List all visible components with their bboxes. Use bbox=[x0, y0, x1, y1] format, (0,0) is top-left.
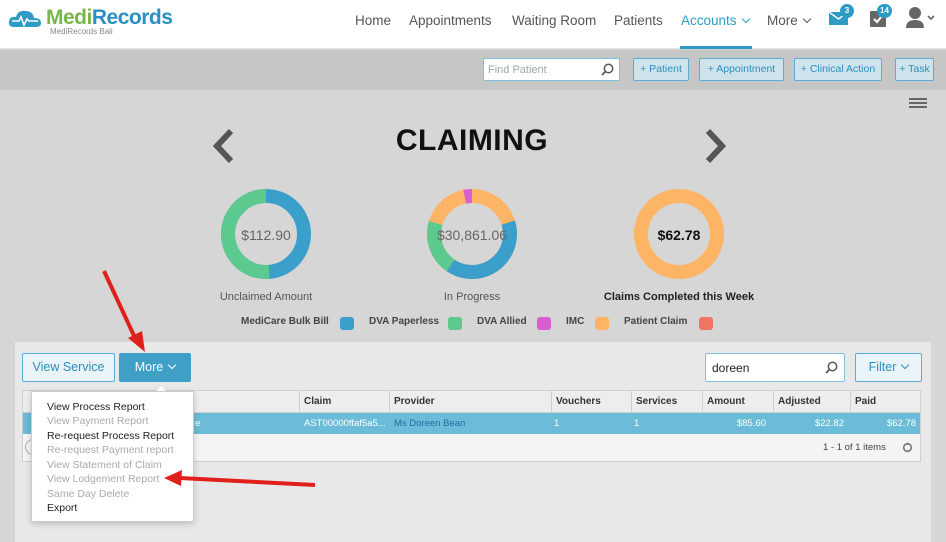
column-header-amount[interactable]: Amount bbox=[702, 391, 773, 412]
unclaimed-amount-value: $112.90 bbox=[241, 227, 291, 243]
legend-swatch-imc bbox=[595, 317, 609, 330]
menu-item-view-statement-of-claim: View Statement of Claim bbox=[47, 459, 162, 471]
chevron-left-icon[interactable] bbox=[210, 128, 236, 164]
column-header-provider[interactable]: Provider bbox=[389, 391, 551, 412]
find-patient-box bbox=[483, 58, 620, 81]
add-clinical-action-button[interactable]: + Clinical Action bbox=[794, 58, 882, 81]
user-menu-button[interactable] bbox=[906, 6, 936, 35]
column-header-vouchers[interactable]: Vouchers bbox=[551, 391, 631, 412]
claims-completed-value: $62.78 bbox=[657, 227, 701, 243]
claims-search-value: doreen bbox=[712, 361, 750, 375]
legend-label-imc: IMC bbox=[566, 316, 585, 327]
nav-home[interactable]: Home bbox=[355, 13, 391, 28]
claims-completed-label: Claims Completed this Week bbox=[603, 291, 755, 303]
add-appointment-button[interactable]: + Appointment bbox=[699, 58, 784, 81]
row-cell-amount: $85.60 bbox=[736, 418, 766, 429]
legend-swatch-dva-paperless bbox=[448, 317, 462, 330]
column-header-paid[interactable]: Paid bbox=[850, 391, 920, 412]
row-cell-claim: AST00000ffaf5a5... bbox=[304, 418, 386, 429]
legend-label-dva-paperless: DVA Paperless bbox=[369, 316, 440, 327]
page-title: CLAIMING bbox=[395, 124, 549, 157]
row-cell-hidden: e bbox=[195, 418, 201, 429]
column-header-claim[interactable]: Claim bbox=[299, 391, 389, 412]
claims-search-field[interactable]: doreen bbox=[705, 353, 845, 382]
nav-more-label: More bbox=[767, 13, 798, 28]
nav-waiting-room[interactable]: Waiting Room bbox=[512, 13, 596, 28]
cloud-heartbeat-icon bbox=[8, 10, 41, 27]
menu-item-view-lodgement-report: View Lodgement Report bbox=[47, 473, 160, 485]
in-progress-label: In Progress bbox=[443, 291, 501, 303]
top-navbar: MediRecords MediRecords Bali Home Appoin… bbox=[0, 0, 946, 49]
nav-accounts-label: Accounts bbox=[681, 13, 737, 28]
legend-swatch-medicare bbox=[340, 317, 354, 330]
legend-label-dva-allied: DVA Allied bbox=[477, 316, 527, 327]
menu-item-rerequest-process-report[interactable]: Re-request Process Report bbox=[47, 430, 174, 442]
legend-swatch-dva-allied bbox=[537, 317, 551, 330]
messages-button[interactable]: 3 bbox=[828, 4, 854, 31]
chevron-down-icon bbox=[901, 360, 910, 370]
legend-swatch-patient-claim bbox=[699, 317, 713, 330]
view-service-button[interactable]: View Service bbox=[22, 353, 115, 382]
menu-item-export[interactable]: Export bbox=[47, 502, 77, 514]
in-progress-value: $30,861.06 bbox=[436, 227, 508, 243]
messages-badge: 3 bbox=[840, 4, 854, 18]
more-actions-button[interactable]: More bbox=[119, 353, 191, 382]
chart-legend: MediCare Bulk Bill DVA Paperless DVA All… bbox=[0, 316, 946, 332]
nav-appointments[interactable]: Appointments bbox=[409, 13, 492, 28]
nav-more[interactable]: More bbox=[767, 13, 812, 28]
chevron-down-icon bbox=[167, 360, 177, 370]
nav-accounts[interactable]: Accounts bbox=[681, 13, 750, 28]
chevron-down-icon bbox=[802, 14, 812, 24]
chevron-right-icon[interactable] bbox=[703, 128, 729, 164]
more-actions-menu: View Process Report View Payment Report … bbox=[31, 391, 194, 522]
quick-actions-toolbar: + Patient + Appointment + Clinical Actio… bbox=[0, 50, 946, 90]
search-icon[interactable] bbox=[601, 63, 614, 76]
row-cell-provider[interactable]: Ms Doreen Bean bbox=[394, 413, 544, 434]
menu-item-view-process-report[interactable]: View Process Report bbox=[47, 401, 145, 413]
unclaimed-amount-label: Unclaimed Amount bbox=[219, 291, 313, 303]
menu-item-view-payment-report: View Payment Report bbox=[47, 415, 149, 427]
row-cell-adjusted: $22.82 bbox=[814, 418, 844, 429]
add-patient-button[interactable]: + Patient bbox=[633, 58, 689, 81]
row-cell-paid: $62.78 bbox=[886, 418, 916, 429]
refresh-icon[interactable] bbox=[902, 442, 913, 453]
active-tab-indicator bbox=[680, 46, 752, 49]
filter-button[interactable]: Filter bbox=[855, 353, 922, 382]
add-task-button[interactable]: + Task bbox=[895, 58, 934, 81]
find-patient-input[interactable] bbox=[484, 59, 594, 80]
legend-label-medicare-bulk-bill: MediCare Bulk Bill bbox=[241, 316, 329, 327]
pager-info: 1 - 1 of 1 items bbox=[823, 442, 886, 453]
search-icon[interactable] bbox=[825, 361, 838, 374]
column-header-adjusted[interactable]: Adjusted bbox=[773, 391, 850, 412]
more-actions-label: More bbox=[134, 360, 164, 374]
filter-label: Filter bbox=[868, 360, 897, 374]
column-header-services[interactable]: Services bbox=[631, 391, 702, 412]
user-avatar-icon bbox=[906, 7, 935, 28]
menu-item-rerequest-payment-report: Re-request Payment report bbox=[47, 444, 174, 456]
chevron-down-icon bbox=[741, 14, 750, 24]
nav-patients[interactable]: Patients bbox=[614, 13, 663, 28]
row-cell-vouchers: 1 bbox=[554, 418, 560, 429]
hamburger-menu-icon[interactable] bbox=[909, 98, 927, 108]
menu-item-same-day-delete: Same Day Delete bbox=[47, 488, 130, 500]
row-cell-services: 1 bbox=[634, 418, 640, 429]
logo-subtitle: MediRecords Bali bbox=[50, 27, 113, 36]
tasks-button[interactable]: 14 bbox=[869, 4, 892, 33]
legend-label-patient-claim: Patient Claim bbox=[624, 316, 688, 327]
tasks-badge: 14 bbox=[877, 4, 892, 18]
